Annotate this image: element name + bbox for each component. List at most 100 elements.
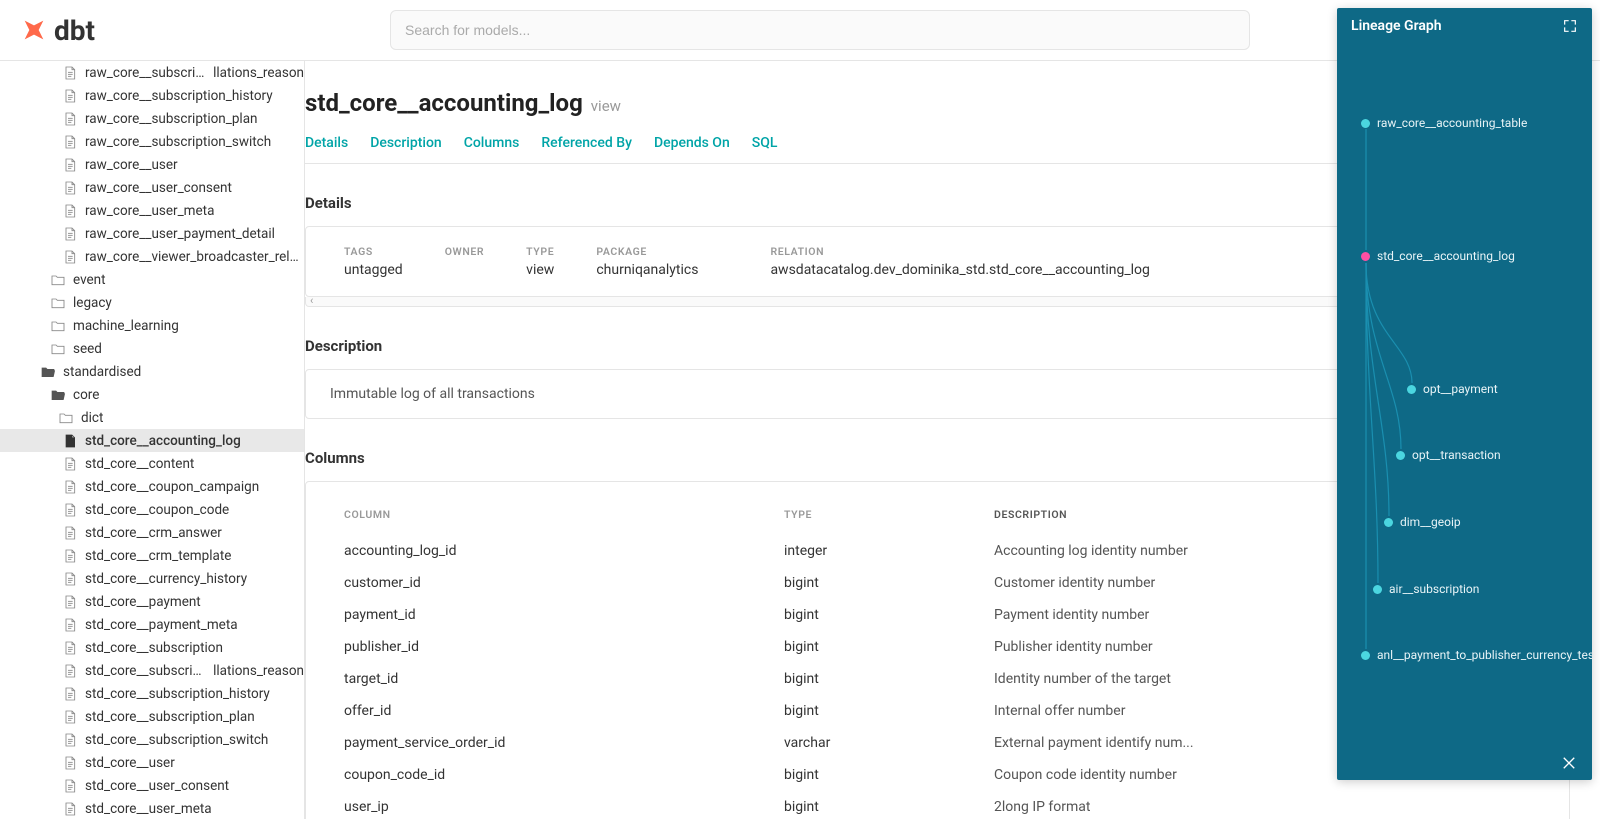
- tree-item-label: std_core__user: [85, 755, 175, 771]
- tree-item-standardised[interactable]: standardised: [0, 360, 304, 383]
- tab-referenced-by[interactable]: Referenced By: [541, 135, 632, 151]
- tree-item-label: std_core__subscription_switch: [85, 732, 268, 748]
- tree-item-label: std_core__user_meta: [85, 801, 212, 817]
- tree-item-std-core-crm-answer[interactable]: std_core__crm_answer: [0, 521, 304, 544]
- folder-icon: [50, 318, 66, 334]
- tree-item-std-core-user-meta[interactable]: std_core__user_meta: [0, 797, 304, 819]
- tree-item-raw-core-subscription-plan[interactable]: raw_core__subscription_plan: [0, 107, 304, 130]
- tree-item-std-core-crm-template[interactable]: std_core__crm_template: [0, 544, 304, 567]
- lineage-node-anl-payment-to-publisher-currency-test[interactable]: anl__payment_to_publisher_currency_test: [1361, 648, 1592, 662]
- package-label: PACKAGE: [596, 245, 698, 258]
- tab-columns[interactable]: Columns: [464, 135, 520, 151]
- col-name: offer_id: [344, 703, 784, 719]
- tree-item-label: standardised: [63, 364, 141, 380]
- tree-item-seed[interactable]: seed: [0, 337, 304, 360]
- file-icon: [62, 617, 78, 633]
- lineage-node-opt-transaction[interactable]: opt__transaction: [1396, 448, 1501, 462]
- col-type: bigint: [784, 639, 994, 655]
- lineage-node-raw-core-accounting-table[interactable]: raw_core__accounting_table: [1361, 116, 1527, 130]
- tree-item-std-core-subscription-switch[interactable]: std_core__subscription_switch: [0, 728, 304, 751]
- col-type: bigint: [784, 767, 994, 783]
- file-icon: [62, 571, 78, 587]
- col-type: bigint: [784, 799, 994, 815]
- file-icon: [62, 134, 78, 150]
- tab-details[interactable]: Details: [305, 135, 348, 151]
- lineage-dot: [1373, 585, 1382, 594]
- tree-item-std-core-subscription-plan[interactable]: std_core__subscription_plan: [0, 705, 304, 728]
- tree-item-std-core-coupon-code[interactable]: std_core__coupon_code: [0, 498, 304, 521]
- tree-item-dict[interactable]: dict: [0, 406, 304, 429]
- lineage-body[interactable]: raw_core__accounting_table std_core__acco…: [1337, 44, 1592, 746]
- tab-depends-on[interactable]: Depends On: [654, 135, 730, 151]
- lineage-node-dim-geoip[interactable]: dim__geoip: [1384, 515, 1461, 529]
- type-value: view: [526, 262, 554, 278]
- tree-item-raw-core-viewer-broadcaster-relation[interactable]: raw_core__viewer_broadcaster_relation: [0, 245, 304, 268]
- tab-sql[interactable]: SQL: [752, 135, 778, 151]
- tags-label: TAGS: [344, 245, 403, 258]
- file-icon: [62, 180, 78, 196]
- col-name: coupon_code_id: [344, 767, 784, 783]
- file-icon: [62, 525, 78, 541]
- close-icon[interactable]: [1560, 754, 1578, 772]
- file-icon: [62, 594, 78, 610]
- lineage-node-label: std_core__accounting_log: [1377, 249, 1515, 263]
- folder-icon: [50, 272, 66, 288]
- logo[interactable]: dbt: [20, 14, 390, 47]
- file-icon: [62, 640, 78, 656]
- lineage-node-air-subscription[interactable]: air__subscription: [1373, 582, 1479, 596]
- lineage-node-opt-payment[interactable]: opt__payment: [1407, 382, 1498, 396]
- tree-item-label: std_core__crm_template: [85, 548, 231, 564]
- tree-item-label-extra: llations_reason: [213, 65, 304, 81]
- tree-item-label: raw_core__user_payment_detail: [85, 226, 275, 242]
- tree-item-machine-learning[interactable]: machine_learning: [0, 314, 304, 337]
- tree-item-raw-core-subscription-history[interactable]: raw_core__subscription_history: [0, 84, 304, 107]
- col-desc: 2long IP format: [994, 799, 1531, 815]
- lineage-node-label: air__subscription: [1389, 582, 1479, 596]
- tree-item-raw-core-subscription-switch[interactable]: raw_core__subscription_switch: [0, 130, 304, 153]
- tree-item-std-core-subscription-[interactable]: std_core__subscription_...llations_reaso…: [0, 659, 304, 682]
- sidebar-tree[interactable]: raw_core__subscription_...llations_reaso…: [0, 61, 305, 819]
- file-icon: [62, 433, 78, 449]
- tree-item-std-core-user[interactable]: std_core__user: [0, 751, 304, 774]
- tab-description[interactable]: Description: [370, 135, 442, 151]
- tree-item-raw-core-user-payment-detail[interactable]: raw_core__user_payment_detail: [0, 222, 304, 245]
- file-icon: [62, 548, 78, 564]
- tree-item-event[interactable]: event: [0, 268, 304, 291]
- file-icon: [62, 732, 78, 748]
- col-name: payment_service_order_id: [344, 735, 784, 751]
- lineage-header: Lineage Graph: [1337, 8, 1592, 44]
- tree-item-raw-core-user-meta[interactable]: raw_core__user_meta: [0, 199, 304, 222]
- search-input[interactable]: [390, 10, 1250, 50]
- tree-item-std-core-content[interactable]: std_core__content: [0, 452, 304, 475]
- tree-item-label: std_core__coupon_code: [85, 502, 229, 518]
- file-icon: [62, 65, 78, 81]
- col-name: payment_id: [344, 607, 784, 623]
- tree-item-raw-core-user-consent[interactable]: raw_core__user_consent: [0, 176, 304, 199]
- tree-item-raw-core-user[interactable]: raw_core__user: [0, 153, 304, 176]
- tree-item-raw-core-subscription-[interactable]: raw_core__subscription_...llations_reaso…: [0, 61, 304, 84]
- file-icon: [62, 755, 78, 771]
- tree-item-label: std_core__coupon_campaign: [85, 479, 259, 495]
- tree-item-std-core-subscription-history[interactable]: std_core__subscription_history: [0, 682, 304, 705]
- lineage-node-std-core-accounting-log[interactable]: std_core__accounting_log: [1361, 249, 1515, 263]
- tree-item-label: machine_learning: [73, 318, 179, 334]
- tree-item-std-core-payment-meta[interactable]: std_core__payment_meta: [0, 613, 304, 636]
- tree-item-std-core-coupon-campaign[interactable]: std_core__coupon_campaign: [0, 475, 304, 498]
- page-title: std_core__accounting_log: [305, 89, 583, 117]
- tree-item-std-core-user-consent[interactable]: std_core__user_consent: [0, 774, 304, 797]
- tree-item-label: std_core__user_consent: [85, 778, 229, 794]
- lineage-dot: [1396, 451, 1405, 460]
- tree-item-legacy[interactable]: legacy: [0, 291, 304, 314]
- column-row[interactable]: user_ipbigint2long IP format: [344, 791, 1531, 819]
- col-type: bigint: [784, 671, 994, 687]
- tree-item-label: std_core__subscription_history: [85, 686, 270, 702]
- tree-item-std-core-subscription[interactable]: std_core__subscription: [0, 636, 304, 659]
- tree-item-std-core-accounting-log[interactable]: std_core__accounting_log: [0, 429, 304, 452]
- tree-item-core[interactable]: core: [0, 383, 304, 406]
- expand-icon[interactable]: [1562, 18, 1578, 34]
- tree-item-std-core-payment[interactable]: std_core__payment: [0, 590, 304, 613]
- tree-item-label: std_core__currency_history: [85, 571, 247, 587]
- file-icon: [62, 479, 78, 495]
- tree-item-std-core-currency-history[interactable]: std_core__currency_history: [0, 567, 304, 590]
- file-icon: [62, 249, 78, 265]
